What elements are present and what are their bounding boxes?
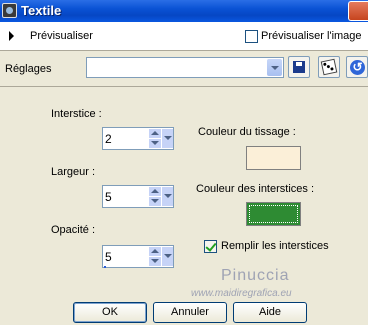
chevron-down-icon[interactable] [162, 247, 173, 266]
interstice-value[interactable]: 2 [105, 132, 112, 146]
dice-icon [320, 58, 338, 76]
interstices-color-swatch[interactable] [246, 202, 301, 226]
divider [0, 50, 368, 51]
help-button[interactable]: Aide [233, 302, 307, 323]
spin-down-icon[interactable] [149, 139, 161, 148]
fill-interstices-label[interactable]: Remplir les interstices [221, 240, 329, 252]
interstice-spinner[interactable]: 2 [102, 127, 174, 150]
ok-button[interactable]: OK [73, 302, 147, 323]
preview-image-label[interactable]: Prévisualiser l'image [261, 30, 362, 42]
interstice-label: Interstice : [51, 108, 102, 120]
watermark-url: www.maidiregrafica.eu [191, 288, 292, 299]
chevron-down-icon[interactable] [162, 129, 173, 148]
title-bar: Textile [0, 0, 368, 22]
chevron-down-icon[interactable] [162, 187, 173, 206]
spin-up-icon[interactable] [149, 247, 161, 256]
cancel-button[interactable]: Annuler [153, 302, 227, 323]
chevron-down-icon[interactable] [267, 59, 282, 76]
spin-arrows[interactable] [149, 187, 161, 206]
preview-label[interactable]: Prévisualiser [30, 30, 93, 42]
spin-arrows[interactable] [149, 129, 161, 148]
expand-arrow-icon[interactable] [9, 31, 14, 41]
save-settings-button[interactable] [288, 56, 310, 78]
settings-combo[interactable] [86, 57, 284, 78]
opacite-label: Opacité : [51, 224, 96, 236]
reset-button[interactable]: ↺ [346, 56, 368, 78]
largeur-value[interactable]: 5 [105, 190, 112, 204]
spin-down-icon[interactable] [149, 197, 161, 206]
app-icon [2, 3, 17, 18]
spin-arrows[interactable] [149, 247, 161, 266]
watermark-title: Pinuccia [221, 267, 290, 284]
randomize-button[interactable] [318, 56, 340, 78]
tissage-color-swatch[interactable] [246, 146, 301, 170]
preview-image-checkbox[interactable] [245, 30, 258, 43]
interstices-color-label: Couleur des interstices : [196, 183, 314, 195]
reset-icon: ↺ [350, 60, 365, 75]
spin-up-icon[interactable] [149, 129, 161, 138]
spin-up-icon[interactable] [149, 187, 161, 196]
save-icon [293, 61, 305, 73]
settings-label: Réglages [5, 63, 52, 75]
opacite-spinner[interactable]: 5 [102, 245, 174, 268]
largeur-spinner[interactable]: 5 [102, 185, 174, 208]
close-button[interactable] [348, 1, 368, 21]
preview-row: Prévisualiser Prévisualiser l'image [0, 22, 368, 50]
window-title: Textile [21, 3, 62, 18]
largeur-label: Largeur : [51, 166, 96, 178]
tissage-color-label: Couleur du tissage : [198, 126, 296, 138]
slider-marker [104, 266, 106, 268]
opacite-value[interactable]: 5 [105, 250, 112, 264]
spin-down-icon[interactable] [149, 257, 161, 266]
fill-interstices-checkbox[interactable] [204, 240, 217, 253]
divider [0, 86, 368, 87]
